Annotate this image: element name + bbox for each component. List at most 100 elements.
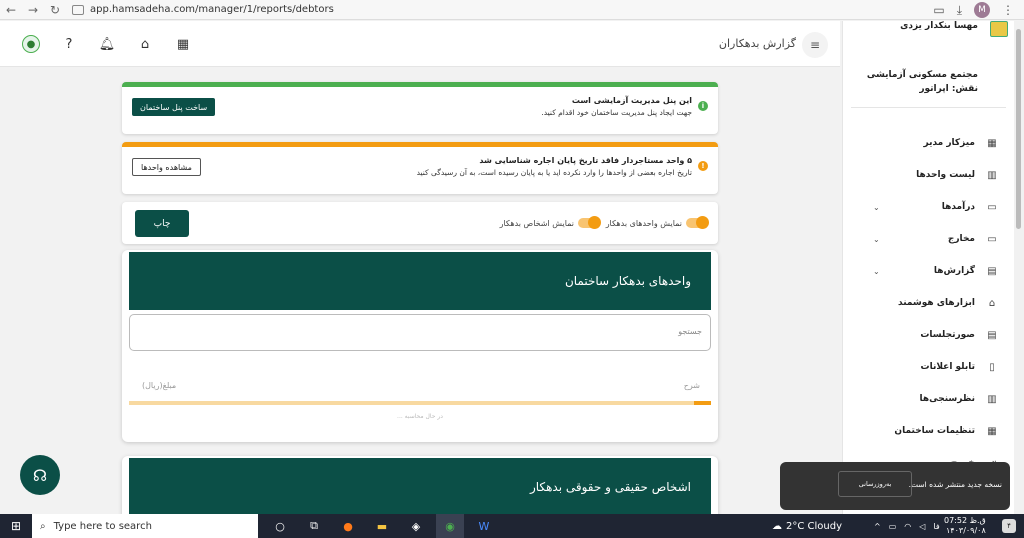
volume-icon[interactable]: ◁ [919, 522, 925, 531]
sidebar-item-units[interactable]: ▥ لیست واحدها [843, 164, 1015, 186]
firefox-icon[interactable]: ● [334, 514, 362, 538]
windows-taskbar: ⊞ ⌕ Type here to search ○ ⧉ ● ▬ ◈ ◉ W ☁ … [0, 514, 1024, 538]
sidebar-item-settings[interactable]: ▦ تنظیمات ساختمان [843, 420, 1015, 442]
card-header: اشخاص حقیقی و حقوقی بدهکار [129, 458, 711, 514]
paint-icon[interactable]: ◈ [402, 514, 430, 538]
chevron-down-icon[interactable]: ⌄ [873, 235, 880, 244]
browser-menu-icon[interactable]: ⋮ [1002, 3, 1014, 17]
card-title: واحدهای بدهکار ساختمان [564, 274, 691, 288]
sidebar-item-label: تنظیمات ساختمان [894, 426, 975, 436]
user-role: نقش: اپراتور [919, 84, 978, 94]
windows-start-icon[interactable]: ⊞ [0, 514, 32, 538]
notice-board-icon: ▯ [989, 361, 995, 373]
forward-icon[interactable]: → [22, 0, 44, 20]
alert-title: ۵ واحد مستاجردار فاقد تاریخ پایان اجاره … [479, 156, 692, 165]
alert-title: این پنل مدیریت آزمایشی است [571, 96, 692, 105]
sidebar-scrollbar[interactable] [1014, 21, 1024, 514]
chevron-up-icon[interactable]: ^ [874, 522, 881, 531]
app-header: ● ? 🔔︎ ⌂ ▦ گزارش بدهکاران ≡ [0, 21, 840, 67]
chevron-down-icon[interactable]: ⌄ [873, 203, 880, 212]
battery-icon[interactable]: ▭ [889, 522, 897, 531]
wifi-icon[interactable]: ◠ [904, 522, 911, 531]
loading-text: در حال محاسبه ... [397, 413, 443, 420]
language-indicator[interactable]: فا [933, 522, 939, 531]
column-header-amount: مبلغ(ریال) [142, 381, 177, 390]
sidebar-item-label: میزکار مدیر [923, 138, 975, 148]
search-icon: ⌕ [40, 520, 46, 532]
clock[interactable]: 07:52 ق.ظ ۱۴۰۳/۰۹/۰۸ [944, 516, 986, 536]
dashboard-icon: ▦ [987, 137, 997, 149]
bell-icon[interactable]: 🔔︎ [98, 35, 116, 53]
search-input[interactable]: جستجو [129, 314, 711, 351]
app-logo [990, 21, 1008, 37]
support-headset-icon[interactable]: ☊ [20, 455, 60, 495]
sidebar-item-reports[interactable]: ▤ گزارش‌ها ⌄ [843, 260, 1015, 282]
browser-toolbar: ← → ↻ app.hamsadeha.com/manager/1/report… [0, 0, 1024, 20]
view-units-button[interactable]: مشاهده واحدها [132, 158, 201, 176]
expense-icon: ▭ [987, 233, 997, 245]
profile-avatar[interactable]: M [974, 2, 990, 18]
update-toast: نسخه جدید منتشر شده است. به‌روزرسانی [780, 462, 1010, 510]
site-info-icon[interactable] [72, 4, 84, 15]
sidebar-item-income[interactable]: ▭ درآمدها ⌄ [843, 196, 1015, 218]
sidebar-item-polls[interactable]: ▥ نظرسنجی‌ها [843, 388, 1015, 410]
minutes-icon: ▤ [987, 329, 997, 341]
hamburger-menu-icon[interactable]: ≡ [802, 32, 828, 58]
cast-icon[interactable]: ▭ [933, 3, 944, 17]
toggle-label: نمایش اشخاص بدهکار [499, 218, 574, 228]
help-icon[interactable]: ? [60, 35, 78, 53]
sidebar-item-dashboard[interactable]: ▦ میزکار مدیر [843, 132, 1015, 154]
lease-warning-alert: ! ۵ واحد مستاجردار فاقد تاریخ پایان اجار… [122, 142, 718, 194]
create-building-panel-button[interactable]: ساخت پنل ساختمان [132, 98, 216, 116]
user-name: مهسا بنکدار یزدی [900, 21, 978, 31]
taskbar-search-input[interactable]: ⌕ Type here to search [32, 514, 258, 538]
address-bar[interactable]: app.hamsadeha.com/manager/1/reports/debt… [72, 4, 334, 15]
home-icon[interactable]: ⌂ [136, 35, 154, 53]
print-button[interactable]: چاپ [135, 210, 189, 237]
chevron-down-icon[interactable]: ⌄ [873, 267, 880, 276]
taskbar-search-placeholder: Type here to search [53, 520, 152, 532]
scrollbar-thumb[interactable] [1016, 29, 1021, 229]
word-icon[interactable]: W [470, 514, 498, 538]
download-icon[interactable]: ⤓ [957, 3, 962, 18]
report-controls: چاپ نمایش واحدهای بدهکار نمایش اشخاص بده… [122, 202, 718, 244]
loading-progress-bar [129, 401, 711, 405]
user-profile-icon[interactable]: ● [22, 35, 40, 53]
sidebar-item-label: نظرسنجی‌ها [919, 394, 975, 404]
progress-fill [693, 401, 711, 405]
sidebar-item-label: تابلو اعلانات [920, 362, 975, 372]
cortana-icon[interactable]: ○ [266, 514, 294, 538]
sidebar-item-label: صورتجلسات [920, 330, 975, 340]
back-icon[interactable]: ← [0, 0, 22, 20]
apps-grid-icon[interactable]: ▦ [174, 35, 192, 53]
toast-message: نسخه جدید منتشر شده است. [908, 480, 1002, 489]
weather-widget[interactable]: ☁ 2°C Cloudy [772, 514, 842, 538]
reload-icon[interactable]: ↻ [44, 0, 66, 20]
toggle-switch[interactable] [578, 216, 601, 229]
clock-date: ۱۴۰۳/۰۹/۰۸ [946, 526, 986, 535]
sidebar-item-notice-board[interactable]: ▯ تابلو اعلانات [843, 356, 1015, 378]
file-explorer-icon[interactable]: ▬ [368, 514, 396, 538]
income-icon: ▭ [987, 201, 997, 213]
building-icon: ▥ [987, 169, 997, 181]
alert-description: جهت ایجاد پنل مدیریت ساختمان خود اقدام ک… [541, 108, 692, 117]
toggle-switch[interactable] [686, 216, 709, 229]
card-title: اشخاص حقیقی و حقوقی بدهکار [529, 480, 691, 494]
debtor-units-card: واحدهای بدهکار ساختمان جستجو شرح مبلغ(ری… [122, 250, 718, 442]
trial-panel-alert: i این پنل مدیریت آزمایشی است جهت ایجاد پ… [122, 82, 718, 134]
complex-info: مجتمع مسکونی آزمایشی نقش: اپراتور [867, 70, 978, 94]
chrome-icon[interactable]: ◉ [436, 514, 464, 538]
smart-home-icon: ⌂ [988, 297, 996, 309]
toggle-debtor-persons[interactable]: نمایش اشخاص بدهکار [499, 216, 601, 229]
alert-description: تاریخ اجاره بعضی از واحدها را وارد نکرده… [416, 168, 692, 177]
search-placeholder: جستجو [678, 327, 702, 336]
notification-center-icon[interactable]: ۴ [1002, 519, 1016, 533]
sidebar-item-minutes[interactable]: ▤ صورتجلسات [843, 324, 1015, 346]
sidebar-item-smart-tools[interactable]: ⌂ ابزارهای هوشمند [843, 292, 1015, 314]
toggle-debtor-units[interactable]: نمایش واحدهای بدهکار [606, 216, 709, 229]
sidebar-item-expenses[interactable]: ▭ مخارج ⌄ [843, 228, 1015, 250]
debtor-persons-card: اشخاص حقیقی و حقوقی بدهکار [122, 456, 718, 514]
task-view-icon[interactable]: ⧉ [300, 514, 328, 538]
column-header-description: شرح [683, 381, 700, 390]
update-button[interactable]: به‌روزرسانی [838, 471, 912, 497]
